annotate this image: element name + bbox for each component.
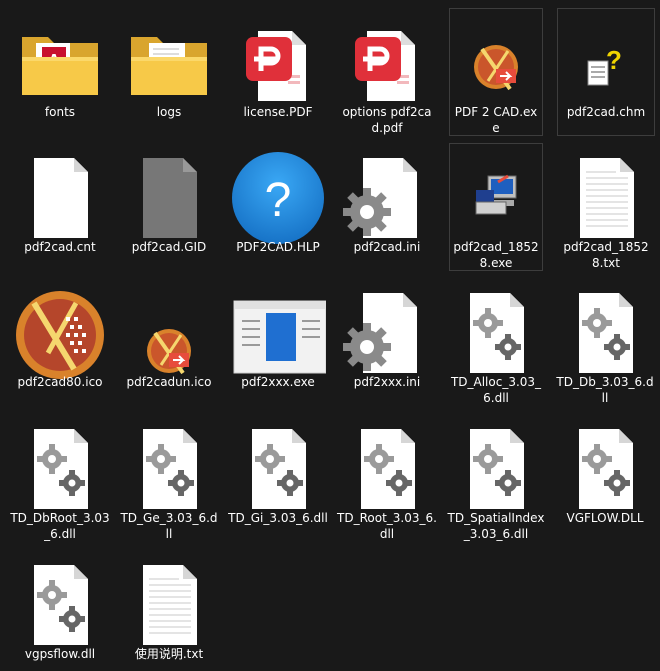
- file-item-license-pdf[interactable]: license.PDF: [225, 8, 331, 136]
- file-name: TD_Ge_3.03_6.dll: [120, 511, 218, 541]
- dll-gears-icon: [557, 287, 653, 383]
- dll-gears-icon: [448, 423, 544, 519]
- file-item-pdf2cad-18528-exe[interactable]: pdf2cad_18528.exe: [449, 143, 543, 271]
- chm-help-icon: ?: [558, 17, 654, 113]
- file-name: pdf2cad.GID: [131, 240, 207, 254]
- file-item-td-alloc-dll[interactable]: TD_Alloc_3.03_6.dll: [443, 278, 549, 406]
- file-name: pdf2cad_18528.txt: [563, 240, 649, 270]
- file-name: TD_DbRoot_3.03_6.dll: [10, 511, 110, 541]
- file-item-pdf-2-cad-exe[interactable]: PDF 2 CAD.exe: [449, 8, 543, 136]
- file-item-td-dbroot-dll[interactable]: TD_DbRoot_3.03_6.dll: [7, 414, 113, 542]
- file-item-fonts[interactable]: A fonts: [7, 8, 113, 136]
- dll-gears-icon: [12, 423, 108, 519]
- file-name: pdf2cad80.ico: [17, 375, 103, 389]
- file-item-pdf2xxx-exe[interactable]: pdf2xxx.exe: [225, 278, 331, 406]
- file-name: pdf2xxx.ini: [353, 375, 421, 389]
- file-name: pdf2cad_18528.exe: [453, 240, 539, 270]
- file-name: pdf2cad.ini: [353, 240, 421, 254]
- pdf2cad-large-icon: [12, 287, 108, 383]
- blank-file-icon: [12, 152, 108, 248]
- file-item-logs[interactable]: logs: [116, 8, 222, 136]
- file-item-pdf2cad-cnt[interactable]: pdf2cad.cnt: [7, 143, 113, 271]
- file-item-pdf2cad-chm[interactable]: ? pdf2cad.chm: [557, 8, 655, 136]
- file-name: pdf2cadun.ico: [126, 375, 212, 389]
- pdf-icon: [339, 17, 435, 113]
- file-item-pdf2cad-hlp[interactable]: ? PDF2CAD.HLP: [225, 143, 331, 271]
- svg-text:?: ?: [265, 174, 292, 227]
- svg-text:?: ?: [606, 45, 622, 75]
- file-item-options-pdf[interactable]: options pdf2cad.pdf: [334, 8, 440, 136]
- file-name: fonts: [44, 105, 76, 119]
- pdf-icon: [230, 17, 326, 113]
- dll-gears-icon: [230, 423, 326, 519]
- file-name: 使用说明.txt: [134, 647, 204, 661]
- file-name: vgpsflow.dll: [24, 647, 96, 661]
- file-name: TD_Root_3.03_6.dll: [337, 511, 437, 541]
- file-name: TD_Alloc_3.03_6.dll: [450, 375, 542, 405]
- settings-file-icon: [339, 287, 435, 383]
- folder-icon: A: [12, 17, 108, 113]
- help-question-icon: ?: [230, 152, 326, 248]
- dll-gears-icon: [339, 423, 435, 519]
- dll-gears-icon: [121, 423, 217, 519]
- text-file-icon: [558, 152, 654, 248]
- file-item-readme-txt[interactable]: 使用说明.txt: [116, 550, 222, 670]
- file-name: license.PDF: [243, 105, 313, 119]
- file-item-vgflow-dll[interactable]: VGFLOW.DLL: [552, 414, 658, 542]
- file-name: options pdf2cad.pdf: [342, 105, 432, 135]
- file-item-td-root-dll[interactable]: TD_Root_3.03_6.dll: [334, 414, 440, 542]
- file-name: TD_Gi_3.03_6.dll: [228, 511, 328, 525]
- file-item-td-db-dll[interactable]: TD_Db_3.03_6.dll: [552, 278, 658, 406]
- pdf2cad-app-icon: [448, 17, 544, 113]
- settings-file-icon: [339, 152, 435, 248]
- dll-gears-icon: [12, 559, 108, 655]
- dll-gears-icon: [448, 287, 544, 383]
- file-name: TD_Db_3.03_6.dll: [556, 375, 654, 405]
- file-name: VGFLOW.DLL: [566, 511, 644, 525]
- file-grid: A fonts logs: [0, 0, 660, 671]
- pdf2cad-app-icon: [121, 287, 217, 383]
- dll-gears-icon: [557, 423, 653, 519]
- file-item-td-ge-dll[interactable]: TD_Ge_3.03_6.dll: [116, 414, 222, 542]
- installer-icon: [448, 152, 544, 248]
- file-name: logs: [156, 105, 182, 119]
- file-name: TD_SpatialIndex_3.03_6.dll: [447, 511, 545, 541]
- file-name: pdf2cad.chm: [566, 105, 646, 119]
- text-file-icon: [121, 559, 217, 655]
- file-name: pdf2cad.cnt: [24, 240, 96, 254]
- folder-icon: [121, 17, 217, 113]
- file-name: PDF2CAD.HLP: [236, 240, 320, 254]
- file-item-pdf2cadun-ico[interactable]: pdf2cadun.ico: [116, 278, 222, 406]
- file-name: PDF 2 CAD.exe: [454, 105, 538, 135]
- file-item-pdf2xxx-ini[interactable]: pdf2xxx.ini: [334, 278, 440, 406]
- file-item-vgpsflow-dll[interactable]: vgpsflow.dll: [7, 550, 113, 670]
- file-item-pdf2cad-gid[interactable]: pdf2cad.GID: [116, 143, 222, 271]
- file-item-pdf2cad-18528-txt[interactable]: pdf2cad_18528.txt: [557, 143, 655, 271]
- file-item-td-gi-dll[interactable]: TD_Gi_3.03_6.dll: [225, 414, 331, 542]
- file-item-pdf2cad-ini[interactable]: pdf2cad.ini: [334, 143, 440, 271]
- window-app-icon: [230, 287, 326, 383]
- gray-file-icon: [121, 152, 217, 248]
- file-item-td-spatialindex-dll[interactable]: TD_SpatialIndex_3.03_6.dll: [443, 414, 549, 542]
- file-item-pdf2cad80-ico[interactable]: pdf2cad80.ico: [7, 278, 113, 406]
- file-name: pdf2xxx.exe: [241, 375, 315, 389]
